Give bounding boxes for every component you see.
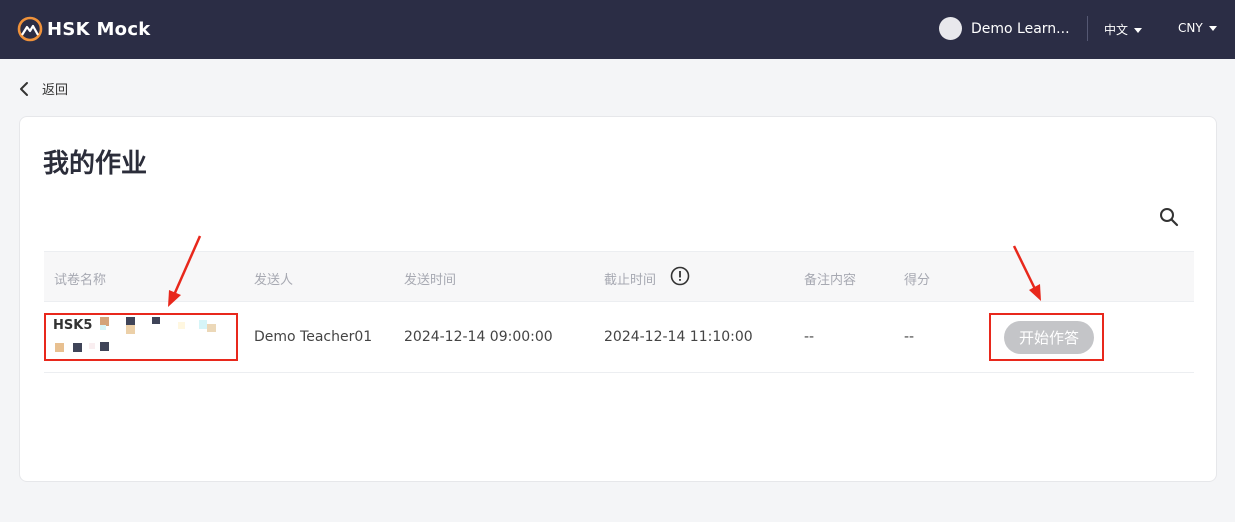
table-header: 试卷名称 发送人 发送时间 截止时间 备注内容 得分 [44,251,1194,302]
search-icon [1160,208,1179,227]
column-header-score: 得分 [904,273,931,288]
top-navigation-bar: HSK Mock Demo Learn... 中文 CNY [0,0,1235,59]
brand-logo[interactable]: HSK Mock [17,15,151,43]
highlight-box-exam [44,313,238,361]
currency-dropdown[interactable]: CNY [1178,21,1217,35]
logo-icon [17,16,43,42]
divider [1087,16,1088,41]
homework-card: 我的作业 试卷名称 发送人 发送时间 截止时间 备注内容 得分 HSK5 Dem… [19,116,1217,482]
avatar [939,17,962,40]
user-name: Demo Learn... [971,20,1070,37]
page-title: 我的作业 [43,149,148,179]
deadline-time: 2024-12-14 11:10:00 [604,329,753,345]
note-value: -- [804,329,815,345]
highlight-box-start-button [989,313,1104,361]
chevron-down-icon [1134,27,1143,33]
sent-time: 2024-12-14 09:00:00 [404,329,553,345]
column-header-note: 备注内容 [804,273,857,288]
chevron-down-icon [1208,26,1217,31]
language-dropdown[interactable]: 中文 [1104,21,1143,38]
currency-label: CNY [1178,21,1203,35]
user-menu[interactable]: Demo Learn... [939,17,1070,40]
score-value: -- [904,329,915,345]
back-button[interactable]: 返回 [18,79,68,98]
sender-name: Demo Teacher01 [254,329,373,345]
brand-name: HSK Mock [47,18,151,40]
column-header-sender: 发送人 [254,273,294,288]
back-chevron-icon [20,81,28,96]
info-icon[interactable] [670,266,690,286]
back-label: 返回 [42,83,69,98]
search-button[interactable] [1158,206,1180,228]
column-header-deadline: 截止时间 [604,273,657,288]
column-header-exam-name: 试卷名称 [54,273,107,288]
language-label: 中文 [1104,23,1129,37]
column-header-sent-time: 发送时间 [404,273,457,288]
